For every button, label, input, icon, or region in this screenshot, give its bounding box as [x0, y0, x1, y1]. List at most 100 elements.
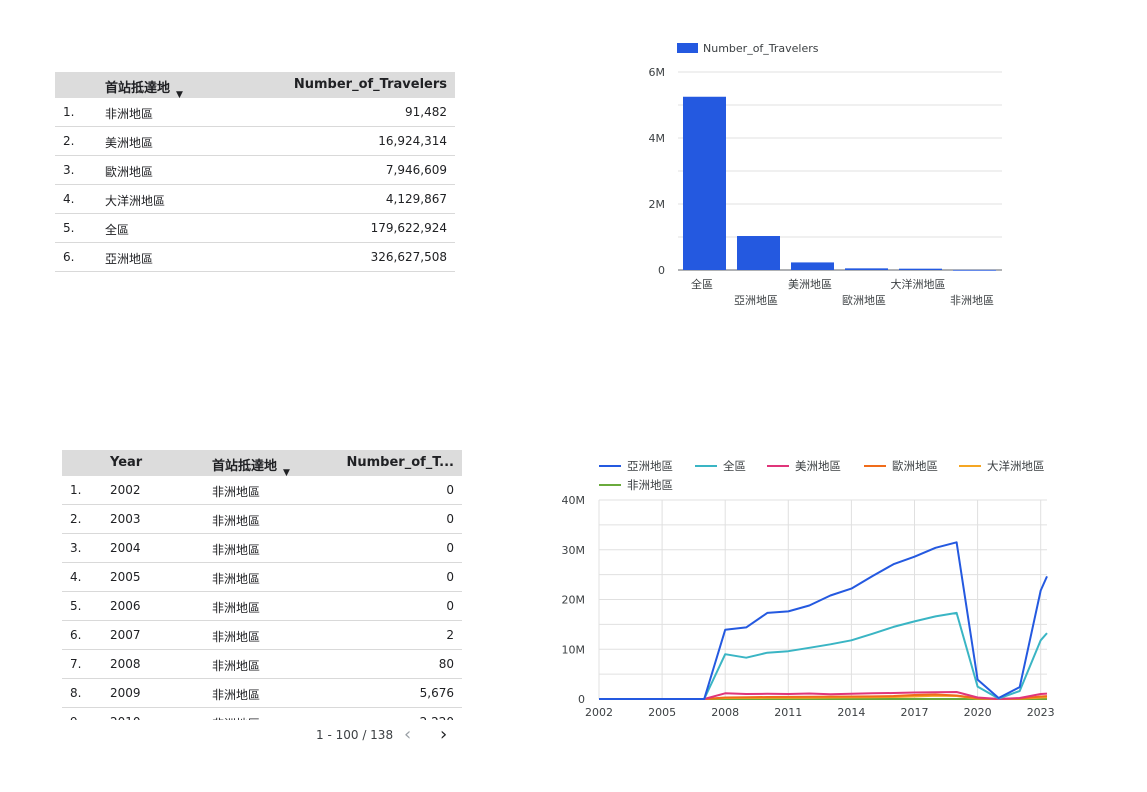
- bar: [791, 262, 834, 270]
- year-cell: 2002: [110, 483, 141, 497]
- table-travelers-by-region: 首站抵達地 ▼ Number_of_Travelers 1. 非洲地區 91,482 2…: [55, 72, 455, 272]
- table-row[interactable]: 2. 美洲地區 16,924,314: [55, 127, 455, 156]
- y-tick-label: 40M: [562, 494, 586, 507]
- year-cell: 2003: [110, 512, 141, 526]
- column-header-travelers[interactable]: Number_of_Travelers: [294, 77, 447, 92]
- year-cell: 2005: [110, 570, 141, 584]
- region-cell: 非洲地區: [212, 715, 260, 720]
- legend-label: Number_of_Travelers: [703, 42, 819, 55]
- year-cell: 2004: [110, 541, 141, 555]
- row-index: 9.: [70, 715, 81, 720]
- column-header-year[interactable]: Year: [110, 455, 142, 470]
- y-tick-label: 10M: [562, 643, 586, 656]
- x-tick-label: 2023: [1027, 706, 1055, 719]
- year-cell: 2007: [110, 628, 141, 642]
- x-tick-label: 2017: [900, 706, 928, 719]
- x-tick-label: 2005: [648, 706, 676, 719]
- row-index: 1.: [70, 483, 82, 497]
- row-index: 8.: [70, 686, 82, 700]
- legend-label: 全區: [723, 459, 746, 473]
- legend-label: 非洲地區: [627, 478, 673, 492]
- legend-swatch: [677, 43, 698, 53]
- table-row[interactable]: 8. 2009 非洲地區 5,676: [62, 679, 462, 708]
- region-cell: 非洲地區: [212, 601, 261, 615]
- table-row[interactable]: 1. 非洲地區 91,482: [55, 98, 455, 127]
- row-index: 2.: [70, 512, 82, 526]
- table-row[interactable]: 3. 2004 非洲地區 0: [62, 534, 462, 563]
- travelers-cell: 7,946,609: [385, 163, 447, 177]
- table-row[interactable]: 2. 2003 非洲地區 0: [62, 505, 462, 534]
- x-tick-label: 亞洲地區: [734, 294, 778, 307]
- bar: [683, 96, 726, 270]
- bar: [737, 236, 780, 270]
- x-tick-label: 美洲地區: [788, 278, 832, 291]
- x-tick-label: 歐洲地區: [842, 293, 886, 307]
- x-tick-label: 全區: [691, 277, 713, 291]
- year-cell: 2008: [110, 657, 141, 671]
- region-cell: 非洲地區: [212, 659, 261, 673]
- series-line: [599, 541, 1048, 700]
- table-row[interactable]: 6. 2007 非洲地區 2: [62, 621, 462, 650]
- travelers-cell: 0: [446, 483, 454, 497]
- travelers-cell: 179,622,924: [370, 221, 447, 235]
- legend-label: 亞洲地區: [627, 459, 673, 473]
- table-row[interactable]: 4. 大洋洲地區 4,129,867: [55, 185, 455, 214]
- table-row[interactable]: 9. 2010 非洲地區 2,220: [62, 708, 462, 720]
- legend-label: 美洲地區: [795, 459, 841, 473]
- region-cell: 非洲地區: [212, 688, 261, 702]
- y-tick-label: 20M: [562, 594, 586, 607]
- legend-label: 歐洲地區: [892, 459, 938, 473]
- travelers-cell: 0: [446, 570, 454, 584]
- legend-label: 大洋洲地區: [987, 459, 1045, 473]
- row-index: 5.: [70, 599, 82, 613]
- region-cell: 全區: [105, 223, 130, 237]
- y-tick-label: 0: [658, 264, 665, 277]
- table-row[interactable]: 5. 全區 179,622,924: [55, 214, 455, 243]
- table-row[interactable]: 5. 2006 非洲地區 0: [62, 592, 462, 621]
- table-row[interactable]: 4. 2005 非洲地區 0: [62, 563, 462, 592]
- row-index: 4.: [70, 570, 82, 584]
- travelers-cell: 326,627,508: [370, 250, 447, 264]
- region-cell: 非洲地區: [212, 630, 261, 644]
- bar: [845, 268, 888, 270]
- year-cell: 2010: [110, 715, 141, 720]
- column-header-travelers[interactable]: Number_of_T...: [346, 455, 454, 470]
- row-index: 1.: [63, 105, 75, 119]
- travelers-cell: 5,676: [419, 686, 454, 700]
- x-tick-label: 2011: [774, 706, 802, 719]
- x-tick-label: 2002: [585, 706, 613, 719]
- line-chart-travelers-by-year: 亞洲地區 全區 美洲地區 歐洲地區 大洋洲地區非洲地區 2002 2005 2008 2011 2…: [562, 459, 1055, 719]
- row-index: 6.: [70, 628, 82, 642]
- column-header-region[interactable]: 首站抵達地 ▼: [212, 455, 290, 478]
- bar: [953, 269, 996, 271]
- table-row[interactable]: 1. 2002 非洲地區 0: [62, 476, 462, 505]
- bar-chart-travelers: Number_of_Travelers 0 2M 4M 6M 全區亞洲地區美洲地區歐洲地區…: [649, 42, 1002, 307]
- travelers-cell: 16,924,314: [378, 134, 447, 148]
- region-cell: 非洲地區: [212, 514, 261, 528]
- row-index: 4.: [63, 192, 75, 206]
- table-header: Year 首站抵達地 ▼ Number_of_T...: [62, 450, 462, 478]
- table-row[interactable]: 3. 歐洲地區 7,946,609: [55, 156, 455, 185]
- series-line: [599, 611, 1048, 700]
- table-travelers-by-year-region: Year 首站抵達地 ▼ Number_of_T... 1. 2002 非洲地區 0 2.…: [62, 450, 462, 720]
- travelers-cell: 2: [446, 628, 454, 642]
- region-cell: 非洲地區: [212, 485, 261, 499]
- travelers-cell: 0: [446, 512, 454, 526]
- next-page-icon[interactable]: ›: [440, 724, 447, 745]
- x-tick-label: 2008: [711, 706, 739, 719]
- travelers-cell: 2,220: [420, 715, 454, 720]
- row-index: 2.: [63, 134, 75, 148]
- x-tick-label: 2014: [837, 706, 865, 719]
- column-header-region[interactable]: 首站抵達地 ▼: [105, 77, 183, 100]
- region-cell: 非洲地區: [212, 543, 261, 557]
- region-cell: 非洲地區: [212, 572, 261, 586]
- region-cell: 美洲地區: [105, 136, 154, 150]
- table-row[interactable]: 6. 亞洲地區 326,627,508: [55, 243, 455, 272]
- y-tick-label: 0: [578, 693, 585, 706]
- travelers-cell: 0: [446, 599, 454, 613]
- row-index: 3.: [63, 163, 75, 177]
- region-cell: 亞洲地區: [105, 252, 154, 266]
- previous-page-icon[interactable]: ‹: [404, 724, 411, 745]
- table-row[interactable]: 7. 2008 非洲地區 80: [62, 650, 462, 679]
- year-cell: 2009: [110, 686, 141, 700]
